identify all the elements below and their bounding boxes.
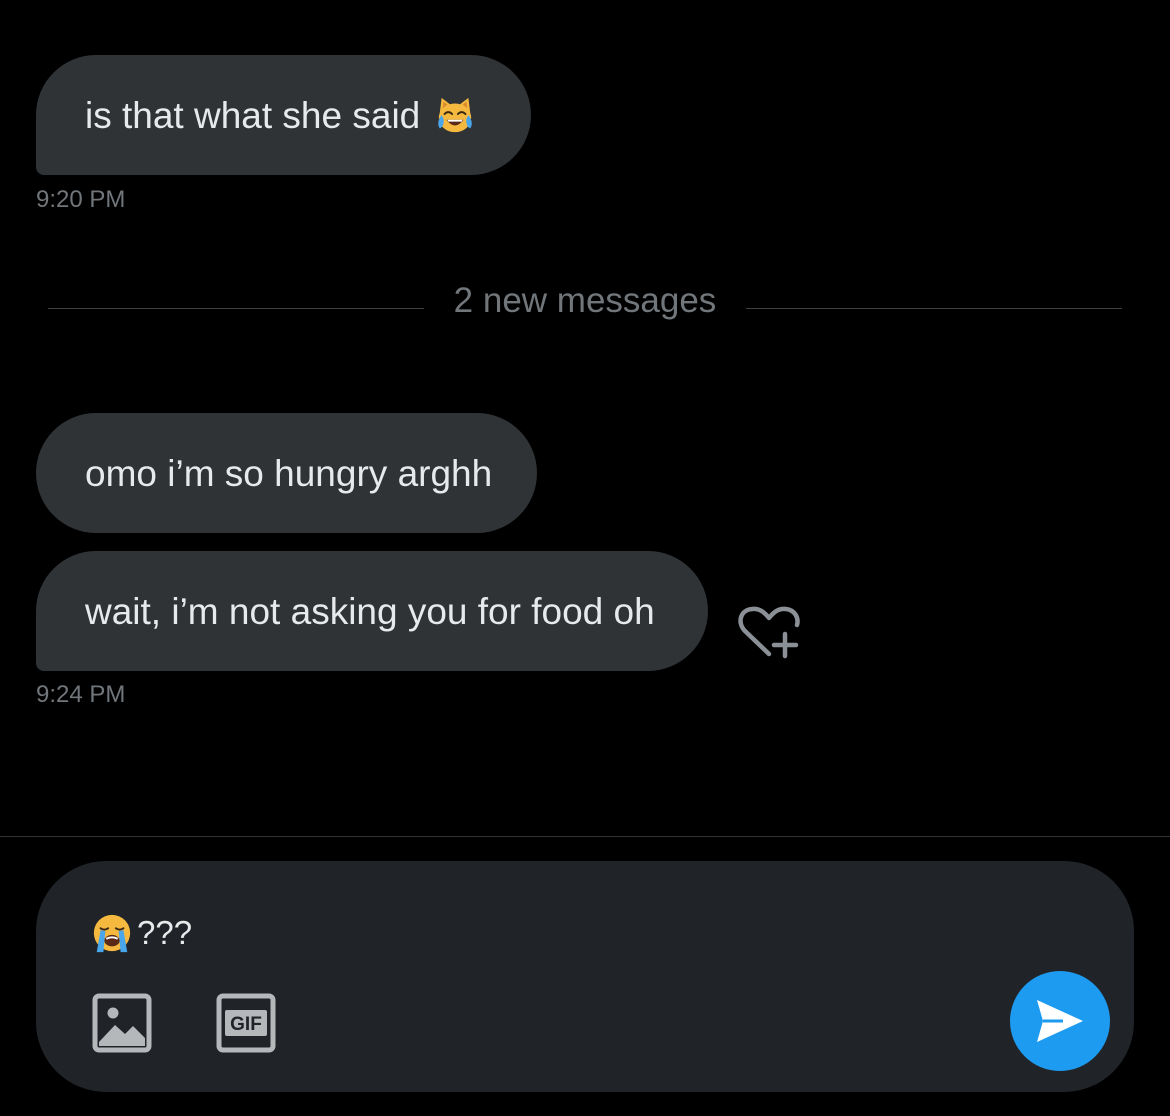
add-image-button[interactable] (91, 992, 153, 1054)
message-bubble[interactable]: omo i’m so hungry arghh (36, 413, 537, 533)
gif-label: GIF (230, 1014, 262, 1035)
loudly-crying-face-icon (93, 914, 131, 953)
message-text: wait, i’m not asking you for food oh (85, 590, 655, 632)
composer-separator (0, 836, 1170, 837)
message-input[interactable]: ??? (91, 911, 192, 955)
message-composer: ??? GIF (36, 861, 1134, 1092)
message-text: is that what she said (85, 94, 421, 136)
send-icon (1037, 1000, 1083, 1042)
message-input-text: ??? (137, 914, 193, 951)
message-text: omo i’m so hungry arghh (85, 452, 493, 494)
gif-icon: GIF (216, 993, 276, 1053)
message-bubble[interactable]: is that what she said (36, 55, 531, 175)
divider-line (746, 308, 1122, 309)
add-gif-button[interactable]: GIF (215, 992, 277, 1054)
message-bubble[interactable]: wait, i’m not asking you for food oh (36, 551, 708, 671)
new-messages-divider: 2 new messages (453, 281, 717, 320)
cat-face-with-tears-of-joy-icon (437, 97, 474, 133)
heart-plus-icon (738, 606, 800, 659)
send-button[interactable] (1010, 971, 1110, 1071)
add-reaction-button[interactable] (735, 604, 803, 664)
message-timestamp: 9:20 PM (36, 186, 126, 213)
message-timestamp: 9:24 PM (36, 681, 126, 708)
divider-line (48, 308, 424, 309)
image-icon (92, 993, 152, 1053)
